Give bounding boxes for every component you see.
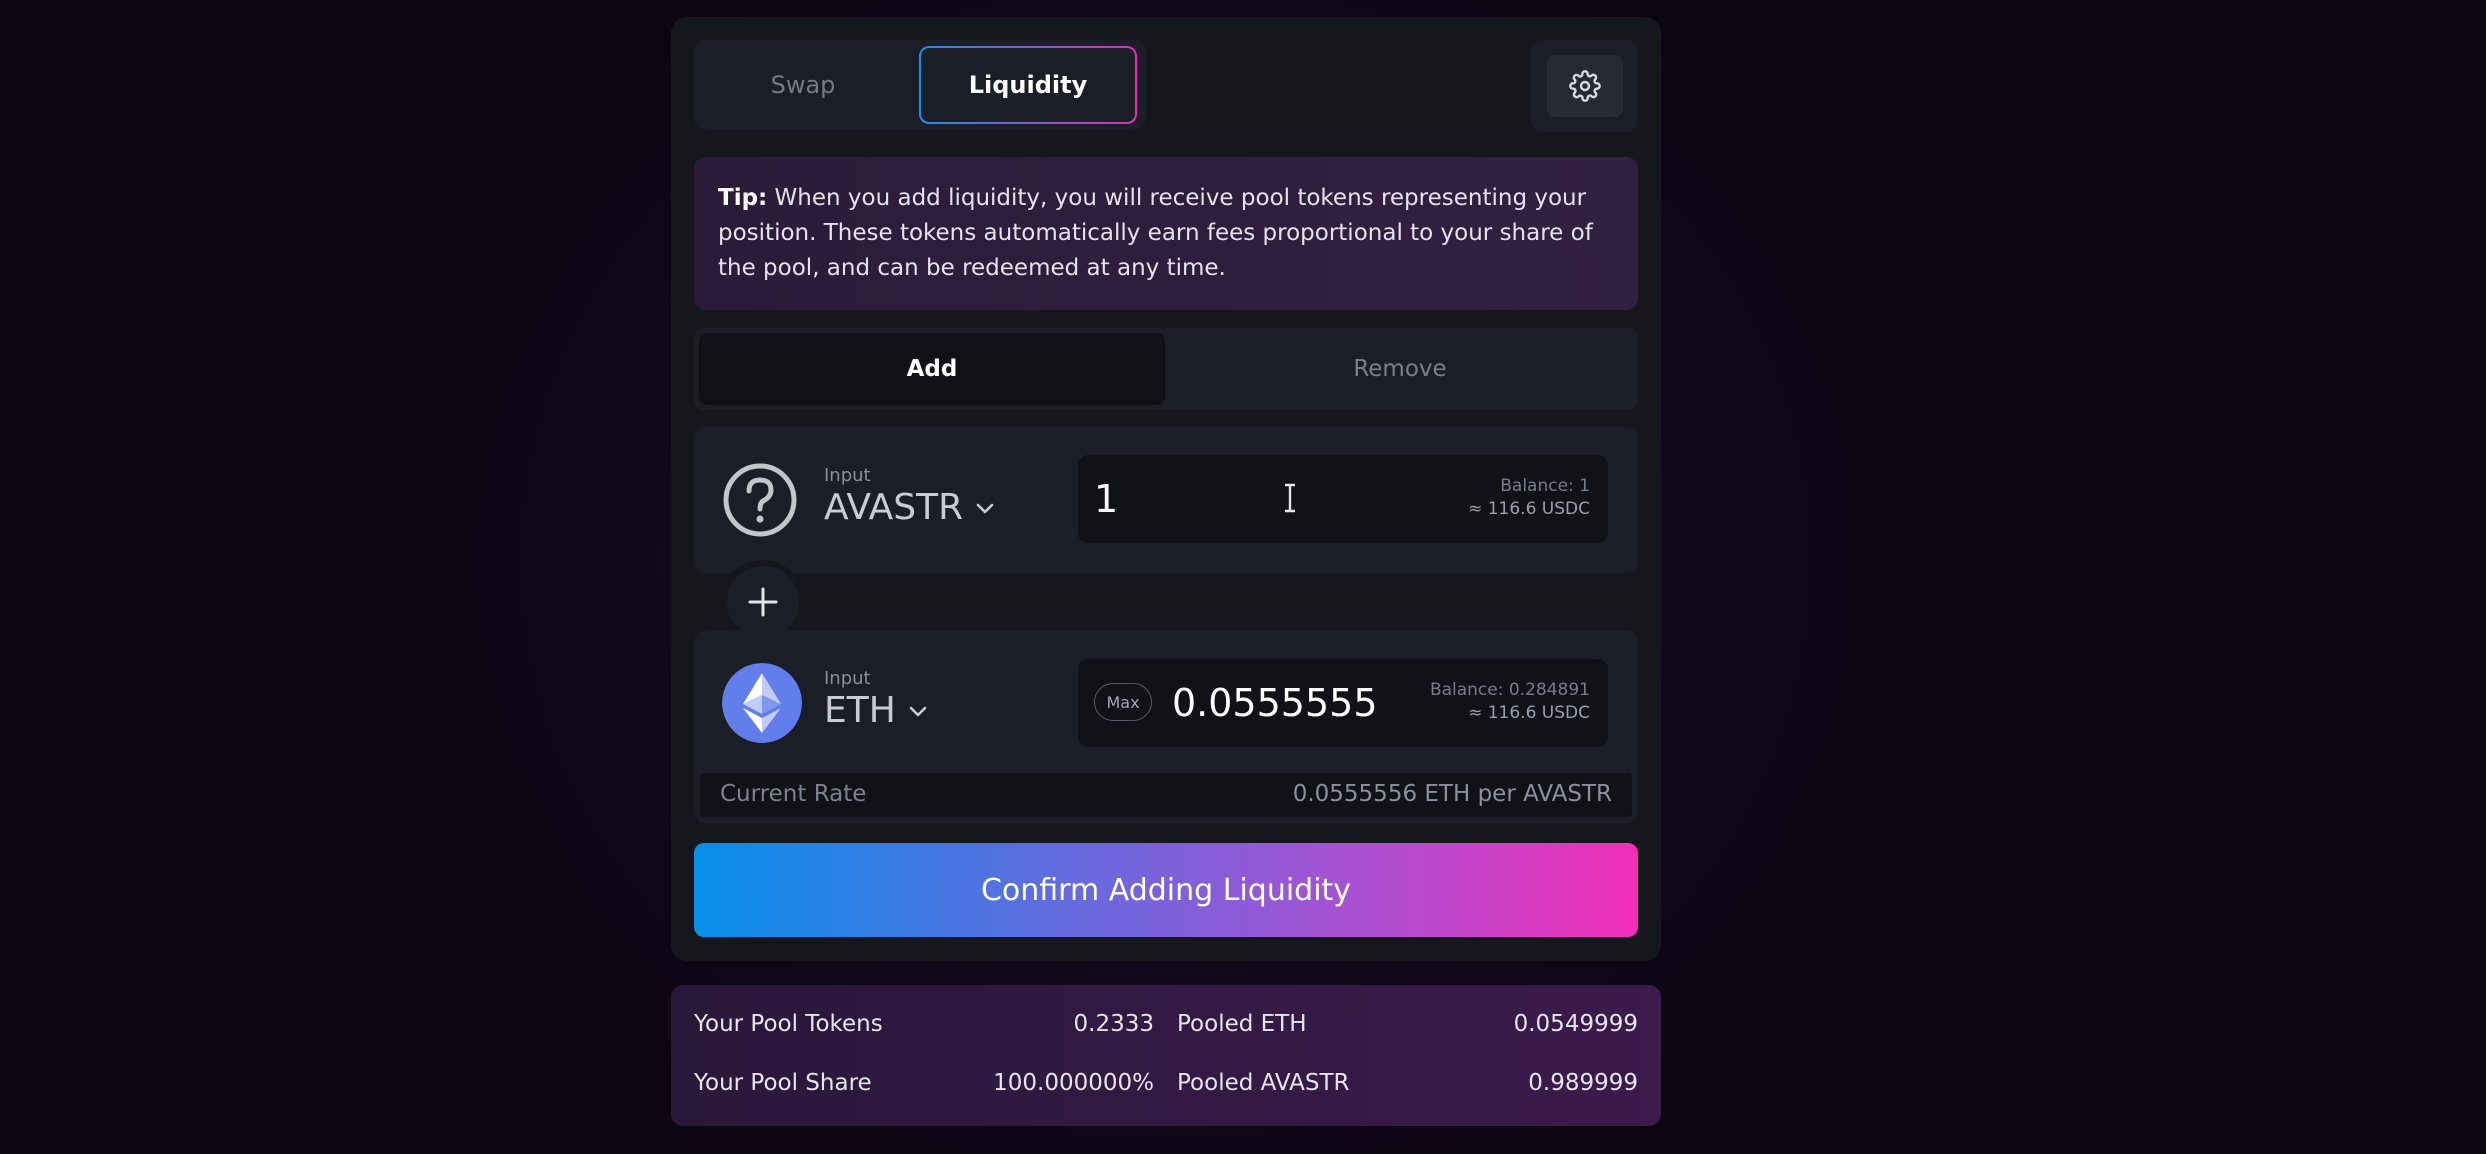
- remove-button[interactable]: Remove: [1167, 333, 1633, 405]
- plus-icon: [748, 587, 778, 617]
- ethereum-icon: [722, 663, 802, 743]
- tip-box: Tip: When you add liquidity, you will re…: [694, 157, 1638, 310]
- token-name: AVASTR: [824, 487, 964, 528]
- add-remove-toggle: Add Remove: [694, 328, 1638, 410]
- settings-button[interactable]: [1546, 55, 1623, 117]
- rate-label: Current Rate: [720, 781, 867, 807]
- pooled-avastr-label: Pooled AVASTR: [1177, 1070, 1350, 1096]
- tab-liquidity[interactable]: Liquidity: [919, 46, 1137, 124]
- balance-text: Balance: 1: [1500, 476, 1590, 496]
- tab-swap[interactable]: Swap: [694, 46, 912, 124]
- gear-icon: [1568, 70, 1601, 102]
- mode-tabs: Swap Liquidity: [694, 40, 1146, 130]
- rate-value: 0.0555556 ETH per AVASTR: [1292, 781, 1612, 807]
- tip-label: Tip:: [718, 185, 768, 211]
- balance-text: Balance: 0.284891: [1429, 680, 1590, 700]
- pooled-eth-label: Pooled ETH: [1177, 1011, 1307, 1037]
- pool-tokens-value: 0.2333: [1073, 1011, 1154, 1037]
- pool-share-label: Your Pool Share: [694, 1070, 872, 1096]
- add-button[interactable]: Add: [699, 333, 1165, 405]
- input-label: Input: [824, 668, 871, 689]
- pool-tokens-label: Your Pool Tokens: [694, 1011, 883, 1037]
- settings-container: [1531, 40, 1638, 132]
- token-name: ETH: [824, 690, 896, 731]
- balance-info-2: Balance: 0.284891 ≈ 116.6 USDC: [1430, 679, 1590, 725]
- pool-share-value: 100.000000%: [993, 1070, 1154, 1096]
- balance-info-1: Balance: 1 ≈ 116.6 USDC: [1468, 475, 1590, 521]
- amount-box-1: Balance: 1 ≈ 116.6 USDC: [1078, 455, 1608, 543]
- usd-value: ≈ 116.6 USDC: [1468, 499, 1590, 519]
- max-button[interactable]: Max: [1094, 683, 1152, 721]
- pooled-avastr-value: 0.989999: [1528, 1070, 1638, 1096]
- token-input-panel-2: Input ETH Max Balance: 0.284891 ≈ 116.6 …: [694, 630, 1638, 823]
- amount-input-eth[interactable]: [1172, 681, 1412, 725]
- text-cursor-icon: [1285, 483, 1295, 513]
- input-label: Input: [824, 465, 871, 486]
- chevron-down-icon: [976, 503, 994, 513]
- usd-value: ≈ 116.6 USDC: [1468, 703, 1590, 723]
- amount-box-2: Max Balance: 0.284891 ≈ 116.6 USDC: [1078, 659, 1608, 747]
- confirm-adding-liquidity-button[interactable]: Confirm Adding Liquidity: [694, 843, 1638, 937]
- pooled-eth-value: 0.0549999: [1513, 1011, 1638, 1037]
- token-selector-avastr[interactable]: AVASTR: [824, 487, 995, 528]
- pool-stats: Your Pool Tokens 0.2333 Your Pool Share …: [671, 985, 1661, 1126]
- token-input-panel-1: Input AVASTR Balance: 1 ≈ 116.6 USDC: [694, 427, 1638, 573]
- tip-text: When you add liquidity, you will receive…: [718, 185, 1593, 281]
- token-selector-eth[interactable]: ETH: [824, 690, 928, 731]
- question-circle-icon: [723, 463, 797, 537]
- current-rate-row: Current Rate 0.0555556 ETH per AVASTR: [700, 773, 1632, 817]
- amount-input-avastr[interactable]: [1094, 477, 1394, 521]
- chevron-down-icon: [909, 706, 927, 716]
